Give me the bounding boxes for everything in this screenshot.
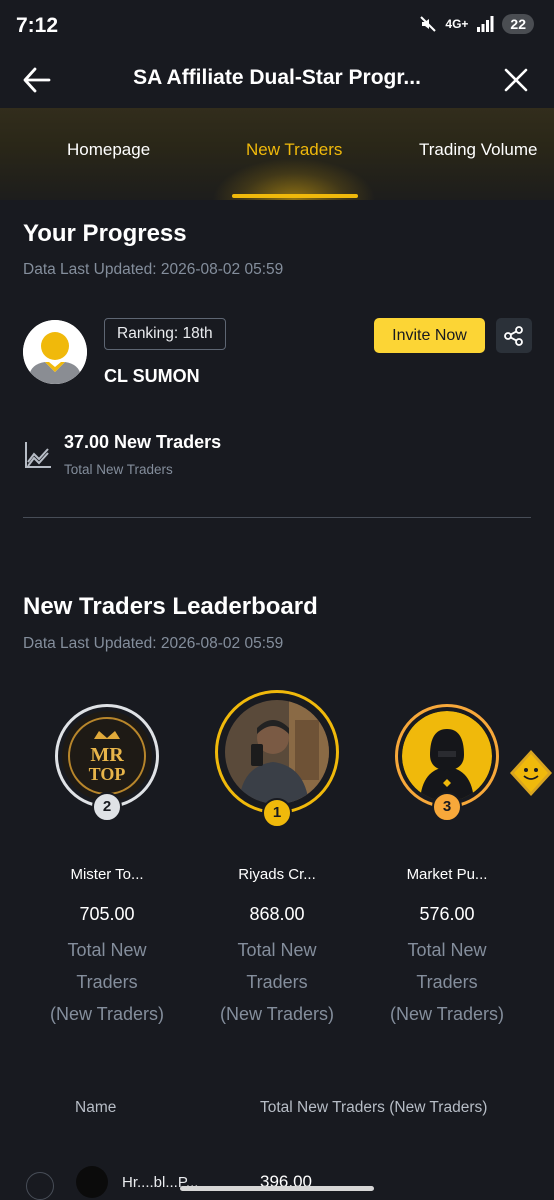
battery-badge: 22 (502, 14, 534, 34)
rank-badge: 2 (92, 792, 122, 822)
total-new-traders-label: Total New Traders (64, 462, 173, 477)
rank-circle (26, 1172, 54, 1200)
rank-badge: 3 (432, 792, 462, 822)
status-bar: 7:12 4G+ 22 (0, 0, 554, 52)
podium-label: Total New Traders (New Traders) (22, 934, 192, 1030)
tab-trading-volume[interactable]: Trading Volume (419, 140, 537, 160)
username: CL SUMON (104, 366, 200, 386)
network-type: 4G+ (445, 17, 469, 31)
podium-label-line: Traders (246, 972, 308, 992)
tab-new-traders[interactable]: New Traders (246, 140, 342, 160)
podium-label: Total New Traders (New Traders) (362, 934, 532, 1030)
user-avatar-icon (23, 320, 87, 384)
total-new-traders-value: 37.00 New Traders (64, 432, 222, 452)
podium-label-line: Traders (76, 972, 138, 992)
arrow-left-icon (23, 67, 51, 93)
progress-title: Your Progress (23, 220, 187, 247)
user-photo-icon (225, 700, 329, 804)
mr-top-logo-icon: MR TOP (62, 711, 152, 801)
share-button[interactable] (496, 318, 532, 353)
podium-label-line: Total New (407, 940, 487, 960)
podium-label-line: (New Traders) (389, 1004, 505, 1024)
avatar[interactable] (23, 320, 87, 384)
tab-homepage[interactable]: Homepage (67, 140, 150, 160)
invite-now-button[interactable]: Invite Now (374, 318, 485, 353)
podium-name: Market Pu... (406, 866, 488, 883)
podium-label: Total New Traders (New Traders) (192, 934, 362, 1030)
status-time: 7:12 (16, 14, 59, 37)
podium-second[interactable]: MR TOP 2 Mister To... 705.00 Total New T… (22, 690, 192, 1030)
app-header: SA Affiliate Dual-Star Progr... (0, 52, 554, 108)
podium-label-line: Total New (67, 940, 147, 960)
podium-first[interactable]: 1 Riyads Cr... 868.00 Total New Traders … (192, 690, 362, 1030)
podium-third[interactable]: 3 Market Pu... 576.00 Total New Traders … (362, 690, 532, 1030)
share-icon (504, 325, 523, 346)
close-button[interactable] (502, 66, 530, 94)
signal-icon (477, 16, 494, 32)
svg-text:TOP: TOP (89, 764, 126, 784)
podium-label-line: Traders (416, 972, 478, 992)
podium-name: Mister To... (70, 866, 144, 883)
podium-avatar-ring (215, 690, 339, 814)
mute-icon (420, 16, 437, 32)
podium-avatar (225, 700, 329, 804)
tab-bar: Homepage New Traders Trading Volume (0, 108, 554, 200)
close-icon (504, 68, 528, 92)
status-icons: 4G+ 22 (419, 14, 534, 34)
podium-avatar (402, 711, 492, 801)
leaderboard-updated: Data Last Updated: 2026-08-02 05:59 (23, 635, 284, 652)
mascot-icon[interactable] (508, 748, 554, 798)
podium-score: 705.00 (79, 904, 135, 924)
podium-avatar: MR TOP (62, 711, 152, 801)
hooded-figure-icon (402, 711, 492, 801)
progress-updated: Data Last Updated: 2026-08-02 05:59 (23, 261, 284, 278)
divider (23, 517, 531, 518)
gesture-nav-handle[interactable] (180, 1186, 374, 1191)
podium-label-line: Total New (237, 940, 317, 960)
svg-text:MR: MR (90, 744, 124, 766)
page-title: SA Affiliate Dual-Star Progr... (133, 66, 421, 89)
column-header-total: Total New Traders (New Traders) (260, 1099, 488, 1116)
column-header-name: Name (75, 1099, 117, 1116)
avatar (76, 1166, 108, 1198)
back-button[interactable] (22, 66, 52, 94)
table-row[interactable]: Hr....bl...P... 396.00 (0, 1160, 554, 1200)
podium-score: 576.00 (419, 904, 475, 924)
leaderboard-title: New Traders Leaderboard (23, 593, 318, 620)
chart-trend-icon (25, 442, 51, 468)
podium-name: Riyads Cr... (238, 866, 316, 883)
podium-label-line: (New Traders) (49, 1004, 165, 1024)
podium-score: 868.00 (249, 904, 305, 924)
podium-label-line: (New Traders) (219, 1004, 335, 1024)
tab-active-indicator (232, 194, 358, 198)
ranking-badge: Ranking: 18th (104, 318, 226, 350)
rank-badge: 1 (262, 798, 292, 828)
